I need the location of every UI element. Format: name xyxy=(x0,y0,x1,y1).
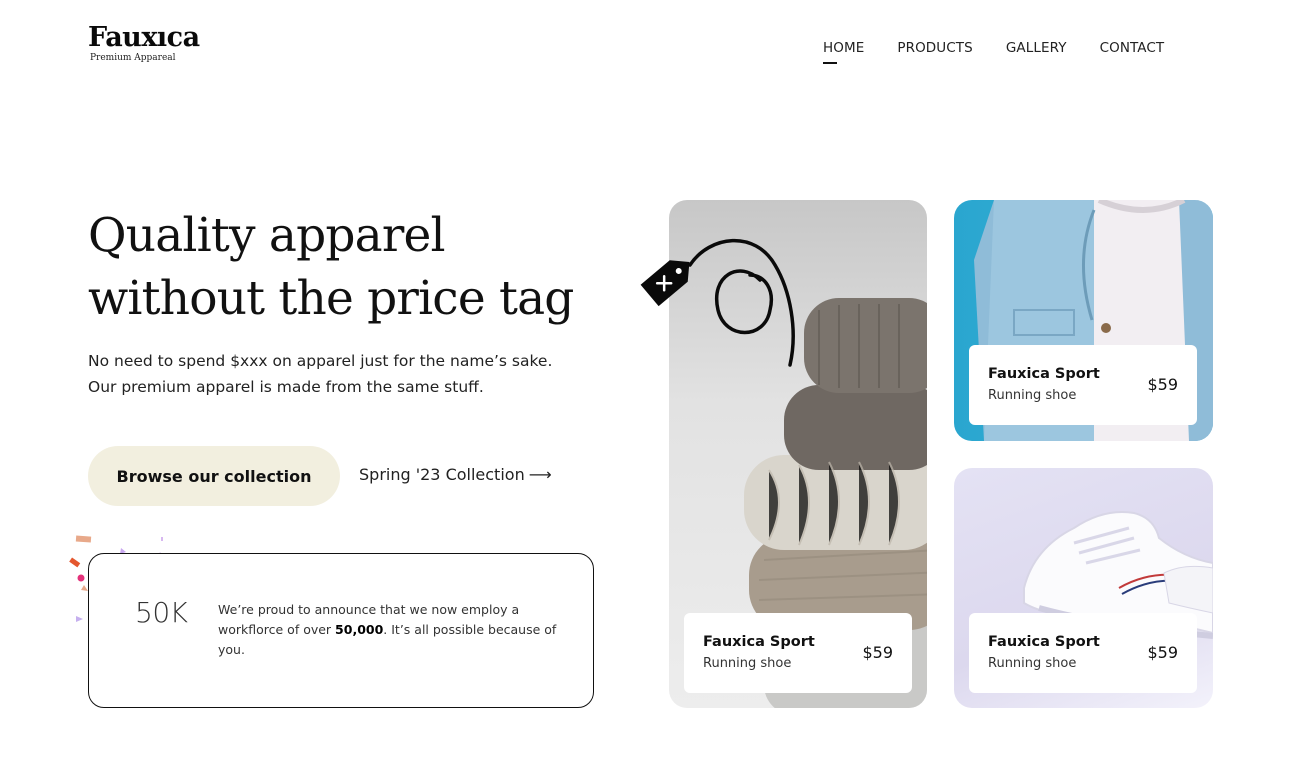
product-name: Fauxica Sport xyxy=(703,634,815,650)
stats-description: We’re proud to announce that we now empl… xyxy=(218,600,563,660)
sneakers-image[interactable]: Fauxica Sport Running shoe $59 xyxy=(954,468,1213,708)
product-type: Running shoe xyxy=(988,656,1077,671)
product-card-denim[interactable]: Fauxica Sport Running shoe $59 xyxy=(969,345,1197,425)
product-card-sneakers[interactable]: Fauxica Sport Running shoe $59 xyxy=(969,613,1197,693)
stats-number: 50K xyxy=(135,596,188,629)
browse-collection-button[interactable]: Browse our collection xyxy=(88,446,340,506)
product-name: Fauxica Sport xyxy=(988,366,1100,382)
price-tag-icon xyxy=(640,238,795,367)
hero-description-line1: No need to spend $xxx on apparel just fo… xyxy=(88,352,553,370)
arrow-right-icon: ⟶ xyxy=(528,465,552,484)
nav-home[interactable]: HOME xyxy=(823,40,864,64)
product-card-knitwear[interactable]: Fauxica Sport Running shoe $59 xyxy=(684,613,912,693)
product-type: Running shoe xyxy=(988,388,1077,403)
product-price: $59 xyxy=(1147,375,1178,394)
hero-headline: Quality apparel without the price tag xyxy=(88,204,608,330)
hero-headline-line1: Quality apparel xyxy=(88,208,446,263)
product-price: $59 xyxy=(1147,643,1178,662)
product-name: Fauxica Sport xyxy=(988,634,1100,650)
spring-collection-label: Spring '23 Collection xyxy=(359,465,525,484)
main-nav: HOME PRODUCTS GALLERY CONTACT xyxy=(823,40,1165,64)
hero-description-line2: Our premium apparel is made from the sam… xyxy=(88,378,484,396)
nav-gallery[interactable]: GALLERY xyxy=(1006,40,1067,56)
hero-description: No need to spend $xxx on apparel just fo… xyxy=(88,348,608,400)
spring-collection-link[interactable]: Spring '23 Collection ⟶ xyxy=(359,465,552,484)
brand-logo[interactable]: Fauxıca Premium Appareal xyxy=(88,22,200,63)
product-type: Running shoe xyxy=(703,656,792,671)
product-price: $59 xyxy=(862,643,893,662)
stats-text-bold: 50,000 xyxy=(335,622,384,637)
brand-tagline: Premium Appareal xyxy=(90,53,176,63)
hero-headline-line2: without the price tag xyxy=(88,271,574,326)
employee-stats-card: 50K We’re proud to announce that we now … xyxy=(88,553,594,708)
denim-jacket-image[interactable]: Fauxica Sport Running shoe $59 xyxy=(954,200,1213,441)
nav-products[interactable]: PRODUCTS xyxy=(897,40,972,56)
nav-contact[interactable]: CONTACT xyxy=(1100,40,1165,56)
brand-name: Fauxıca xyxy=(88,22,200,53)
